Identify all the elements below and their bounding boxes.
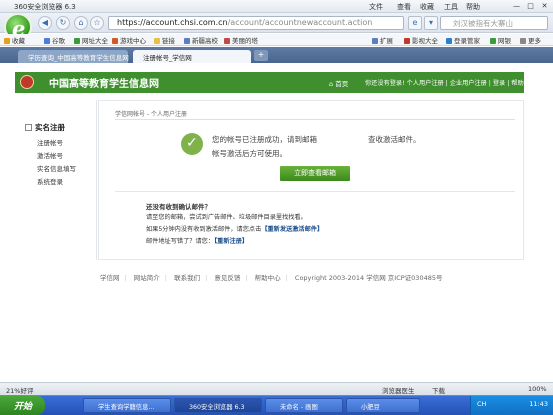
- tab-bar: 学历查询_中国高等教育学生信息网 注册帐号_学信网: [0, 47, 553, 63]
- fav-item[interactable]: 游戏中心: [112, 35, 146, 45]
- search-placeholder: 刘汉被指有大寨山: [453, 19, 513, 28]
- divider: [115, 191, 515, 192]
- security-icon[interactable]: e: [408, 16, 422, 30]
- footer-link[interactable]: 意见反馈: [214, 274, 240, 282]
- doc-icon: [25, 124, 32, 131]
- dropdown-icon[interactable]: ▾: [424, 16, 438, 30]
- faq-title: 还没有收到确认邮件？: [146, 203, 211, 211]
- footer-link[interactable]: 学信网: [100, 274, 120, 282]
- star-icon: [4, 38, 10, 44]
- search-input[interactable]: 刘汉被指有大寨山: [440, 16, 548, 30]
- fav-item[interactable]: 更多: [520, 35, 541, 45]
- globe-icon: [74, 38, 80, 44]
- more-icon: [520, 38, 526, 44]
- status-bar: 21%好评 浏览器医生 下载 100%: [0, 382, 553, 395]
- menu-favorites[interactable]: 收藏: [420, 2, 434, 12]
- activation-note: 帐号激活后方可使用。: [212, 149, 287, 158]
- divider: [115, 119, 515, 120]
- window-title: 360安全浏览器 6.3: [14, 3, 76, 11]
- fav-item[interactable]: 美丽的塔: [224, 35, 258, 45]
- footer-link[interactable]: 帮助中心: [255, 274, 281, 282]
- film-icon: [404, 38, 410, 44]
- home-link[interactable]: ⌂ 首页: [329, 78, 348, 88]
- taskbar-item[interactable]: 学生查询学籍信息...: [83, 398, 171, 413]
- sidebar-item-register[interactable]: 注册帐号: [37, 137, 63, 147]
- url-path: /account/accountnewaccount.action: [227, 18, 373, 27]
- tab-register[interactable]: 注册帐号_学信网: [133, 50, 251, 63]
- copyright: Copyright 2003-2014 学信网 京ICP证030485号: [294, 274, 443, 282]
- re-register-link[interactable]: 【重新注册】: [214, 238, 248, 245]
- fav-item[interactable]: 影视大全: [404, 35, 438, 45]
- footer-link[interactable]: 联系我们: [174, 274, 200, 282]
- footer-link[interactable]: 网站简介: [134, 274, 160, 282]
- header-links[interactable]: 你还没有登录! 个人用户注册 | 企业用户注册 | 登录 | 帮助: [365, 78, 524, 87]
- page-footer: 学信网 | 网站简介 | 联系我们 | 意见反馈 | 帮助中心 | Copyright 2…: [100, 274, 443, 282]
- menu-view[interactable]: 查看: [397, 2, 411, 12]
- rating-status[interactable]: 21%好评: [6, 385, 33, 395]
- menu-help[interactable]: 帮助: [466, 2, 480, 12]
- fav-item[interactable]: 网址大全: [74, 35, 108, 45]
- bank-icon: [490, 38, 496, 44]
- breadcrumb: 学信网帐号 - 个人用户注册: [115, 111, 187, 118]
- home-button[interactable]: ⌂: [74, 16, 88, 30]
- back-button[interactable]: ◀: [38, 16, 52, 30]
- new-tab-button[interactable]: +: [254, 50, 268, 61]
- taskbar-item[interactable]: 未命名 - 画图: [265, 398, 343, 413]
- page-icon: [184, 38, 190, 44]
- folder-icon: [154, 38, 160, 44]
- resend-activation-link[interactable]: 【重新发送激活邮件】: [261, 226, 323, 233]
- fav-item[interactable]: 网银: [490, 35, 511, 45]
- success-message-tail: 查收激活邮件。: [368, 135, 421, 144]
- success-check-icon: ✓: [181, 133, 203, 155]
- fav-item[interactable]: 收藏: [4, 35, 25, 45]
- tab-xueli-query[interactable]: 学历查询_中国高等教育学生信息网: [18, 50, 129, 63]
- faq-line: 请至您的邮箱，尝试到广告邮件、垃圾邮件目录里找找看。: [146, 214, 307, 221]
- browser-doctor-button[interactable]: 浏览器医生: [382, 385, 415, 395]
- site-logo-icon[interactable]: [20, 75, 34, 89]
- sidebar-item-realname[interactable]: 实名信息填写: [37, 163, 76, 173]
- favorite-star-icon[interactable]: ☆: [90, 16, 104, 30]
- success-message: 您的帐号已注册成功，请到邮箱: [212, 135, 317, 144]
- sidebar: 实名注册 注册帐号 激活帐号 实名信息填写 系统登录: [15, 100, 97, 260]
- sidebar-heading: 实名注册: [25, 122, 65, 133]
- fav-item[interactable]: 新疆高校: [184, 35, 218, 45]
- fav-item[interactable]: 登录管家: [446, 35, 480, 45]
- zoom-level[interactable]: 100%: [528, 385, 547, 393]
- faq-line: 如果5分钟内没有收到激活邮件，请您点击【重新发送激活邮件】: [146, 226, 324, 233]
- site-header: 中国高等教育学生信息网 ⌂ 首页 你还没有登录! 个人用户注册 | 企业用户注册…: [15, 72, 524, 93]
- game-icon: [112, 38, 118, 44]
- key-icon: [446, 38, 452, 44]
- fav-item[interactable]: 谷歌: [44, 35, 65, 45]
- download-button[interactable]: 下载: [432, 385, 445, 395]
- start-button[interactable]: 开始: [0, 396, 45, 415]
- view-mailbox-button[interactable]: 立即查看邮箱: [280, 166, 350, 181]
- clock[interactable]: 11:43: [529, 400, 548, 408]
- fav-item[interactable]: 扩展: [372, 35, 393, 45]
- system-tray: CH 11:43: [470, 396, 553, 415]
- favorites-bar: 收藏 谷歌 网址大全 游戏中心 链接 新疆高校 美丽的塔 扩展 影视大全 登录管…: [0, 34, 553, 46]
- maximize-button[interactable]: □: [525, 2, 536, 11]
- minimize-button[interactable]: —: [511, 2, 522, 11]
- address-bar[interactable]: https://account.chsi.com.cn/account/acco…: [108, 16, 404, 30]
- menu-tools[interactable]: 工具: [444, 2, 458, 12]
- grid-icon: [372, 38, 378, 44]
- url-host: https://account.chsi.com.cn: [117, 18, 228, 27]
- close-window-button[interactable]: ✕: [539, 2, 550, 11]
- refresh-button[interactable]: ↻: [56, 16, 70, 30]
- page-icon: [224, 38, 230, 44]
- taskbar-item[interactable]: 小肥豆: [346, 398, 420, 413]
- site-name[interactable]: 中国高等教育学生信息网: [49, 75, 159, 90]
- sidebar-item-login[interactable]: 系统登录: [37, 176, 63, 186]
- faq-line: 邮件地址写错了？请您：【重新注册】: [146, 238, 249, 245]
- fav-item[interactable]: 链接: [154, 35, 175, 45]
- taskbar-item[interactable]: 360安全浏览器 6.3: [174, 398, 262, 413]
- language-indicator[interactable]: CH: [477, 400, 486, 408]
- sidebar-item-activate[interactable]: 激活帐号: [37, 150, 63, 160]
- menu-file[interactable]: 文件: [369, 2, 383, 12]
- window-titlebar: 360安全浏览器 6.3 文件 查看 收藏 工具 帮助 — □ ✕: [0, 0, 553, 13]
- google-icon: [44, 38, 50, 44]
